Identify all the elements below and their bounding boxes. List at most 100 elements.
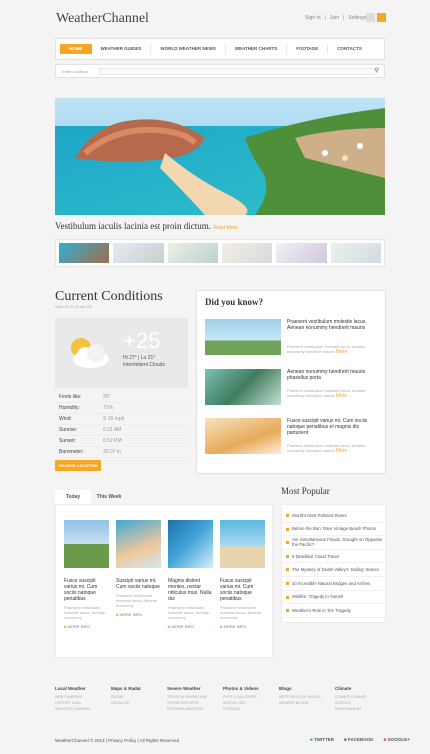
table-row: Sunset: 6:52 PM [55, 436, 188, 447]
settings-link[interactable]: Settings [348, 15, 366, 21]
most-popular-list: World's Most Polluted Rivers Before the … [281, 504, 386, 623]
facebook-link[interactable]: ■ FACEBOOK [344, 737, 374, 742]
list-item[interactable]: World's Most Polluted Rivers [282, 509, 385, 523]
main-nav: HOME WEATHER GUIDES WORLD WEATHER NEWS W… [55, 38, 385, 60]
sign-in-link[interactable]: Sign In [305, 15, 321, 21]
list-item[interactable]: Are Simultaneous Floods, Drought on Oppo… [282, 536, 385, 550]
thumbnail[interactable] [59, 243, 110, 263]
card-title[interactable]: Fusce suscipit varius mi. Cum sociis nat… [220, 578, 265, 602]
item-title[interactable]: Fusce suscipit varius mi. Cum sociis nat… [287, 418, 381, 436]
thumbnail[interactable] [330, 243, 381, 263]
more-info-link[interactable]: ■ MORE INFO [64, 624, 109, 629]
footer-col: Climate CLIMATE CHANGE SCIENCE ENVIRONMENT [335, 686, 367, 711]
item-text: Praesent vestibulum molestie lacus. Aene… [287, 388, 366, 399]
search-bar: Enter Location ⚲ [55, 64, 385, 78]
search-icon[interactable]: ⚲ [375, 67, 379, 74]
current-conditions-title: Current Conditions [55, 289, 163, 304]
weather-panel [55, 318, 188, 388]
beach-image[interactable] [220, 520, 265, 568]
list-item[interactable]: 6 Deadliest Cloud Travel [282, 550, 385, 564]
table-row: Feels like: 26° [55, 392, 188, 403]
search-input[interactable] [99, 68, 375, 75]
list-item[interactable]: Weather's Role in Tire Tragedy [282, 604, 385, 618]
summary: Intermittent Clouds [123, 362, 165, 368]
partly-cloudy-icon [71, 338, 109, 368]
grid-view-icon[interactable] [366, 13, 375, 22]
card: Fusce suscipit varius mi. Cum sociis nat… [64, 520, 109, 629]
list-view-icon[interactable] [377, 13, 386, 22]
item-text: Praesent vestibulum molestie lacus. Aene… [287, 443, 366, 454]
twitter-link[interactable]: ■ TWITTER [310, 737, 334, 742]
tab-today[interactable]: Today [55, 490, 91, 504]
card: Fusce suscipit varius mi. Cum sociis nat… [220, 520, 265, 629]
facebook-icon: ■ [343, 737, 347, 742]
card: Suscipit varius mi. Cum sociis natoque P… [116, 520, 161, 617]
item-text: Praesent vestibulum molestie lacus. Aene… [287, 344, 366, 355]
google-plus-link[interactable]: ■ GOOGLE+ [383, 737, 409, 742]
header: WeatherChannel Sign In | Join | Settings [0, 0, 430, 36]
list-item[interactable]: 10 Incredible Natural Bridges and Arches [282, 577, 385, 591]
nav-home[interactable]: HOME [60, 44, 92, 54]
list-item[interactable]: Before the Ban: Rare Vintage Beach Photo… [282, 523, 385, 537]
eiffel-image[interactable] [205, 319, 281, 355]
table-row: Wind: S 16 mph [55, 414, 188, 425]
thumbnail-strip [55, 239, 385, 267]
thumbnail[interactable] [167, 243, 218, 263]
social-links: ■ TWITTER ■ FACEBOOK ■ GOOGLE+ [310, 737, 410, 742]
card-title[interactable]: Fusce suscipit varius mi. Cum sociis nat… [64, 578, 109, 602]
did-you-know-panel: Did you know? Praesent vestibulum molest… [196, 290, 386, 474]
top-links: Sign In | Join | Settings [305, 15, 367, 21]
more-info-link[interactable]: ■ MORE INFO [220, 624, 265, 629]
card-text: Praesent vestibulum molestie lacus. Aene… [64, 605, 106, 620]
nav-weather-charts[interactable]: WEATHER CHARTS [226, 44, 288, 54]
temperature: +25 [123, 328, 161, 353]
card-title[interactable]: Suscipit varius mi. Cum sociis natoque [116, 578, 161, 590]
thumbnail[interactable] [276, 243, 327, 263]
nav-world-weather-news[interactable]: WORLD WEATHER NEWS [151, 44, 226, 54]
twitter-icon: ■ [310, 737, 313, 742]
card-title[interactable]: Magnis dislent montes, nectar ridiculus … [168, 578, 213, 602]
nav-contacts[interactable]: CONTACTS [328, 44, 371, 54]
airplane-image[interactable] [205, 418, 281, 454]
table-row: Humidity: 71% [55, 403, 188, 414]
footer-col: Maps & Radar RADAR SATELLITE [111, 686, 142, 705]
nav-weather-guides[interactable]: WEATHER GUIDES [92, 44, 152, 54]
thumbnail[interactable] [221, 243, 273, 263]
google-plus-icon: ■ [383, 737, 387, 742]
nav-footage[interactable]: FOOTAGE [287, 44, 329, 54]
change-location-button[interactable]: CHANGE LOCATION [55, 460, 101, 471]
hero-caption-text: Vestibulum iaculis lacinia est proin dic… [55, 221, 211, 231]
hero-caption: Vestibulum iaculis lacinia est proin dic… [55, 221, 238, 231]
search-label: Enter Location [62, 69, 88, 74]
couple-image[interactable] [116, 520, 161, 568]
more-info-link[interactable]: ■ MORE INFO [116, 612, 161, 617]
hero-read-more[interactable]: Read More [213, 225, 238, 231]
join-link[interactable]: Join [330, 15, 339, 21]
conditions-table: Feels like: 26° Humidity: 71% Wind: S 16 mp… [55, 392, 188, 458]
tab-panel: Fusce suscipit varius mi. Cum sociis nat… [55, 504, 273, 658]
page: WeatherChannel Sign In | Join | Settings H… [0, 0, 430, 754]
tab-bar: Today This Week [55, 490, 273, 504]
card-text: Praesent vestibulum molestie lacus. Aene… [116, 593, 158, 608]
hiker-image[interactable] [205, 369, 281, 405]
wave-image[interactable] [168, 520, 213, 568]
footer-columns: Local Weather WEB CAMERAS HISTORY DATA WEAT… [55, 686, 385, 712]
card-text: Praesent vestibulum molestie lacus. Aene… [220, 605, 262, 620]
footer-col: Local Weather WEB CAMERAS HISTORY DATA WEAT… [55, 686, 91, 711]
footer-col: Photos & Videos PHOTO GALLERIES WORLD VIDS… [223, 686, 259, 711]
hi-lo: Hi 27° | Lo 21° [123, 355, 156, 361]
tab-this-week[interactable]: This Week [91, 490, 127, 504]
logo[interactable]: WeatherChannel [56, 11, 149, 27]
card: Magnis dislent montes, nectar ridiculus … [168, 520, 213, 629]
list-item[interactable]: The Mystery of Death Valley's 'Sailing' … [282, 563, 385, 577]
most-popular-title: Most Popular [281, 486, 330, 496]
temp-hilo: Hi 27° | Lo 21° Intermittent Clouds [123, 355, 165, 369]
more-info-link[interactable]: ■ MORE INFO [168, 624, 213, 629]
item-title[interactable]: Praesent vestibulum molestie lacus. Aene… [287, 319, 381, 331]
castle-image[interactable] [64, 520, 109, 568]
footer-col: Blogs METEOROLOGY BLOGS MEMBER BLOGS [279, 686, 321, 705]
thumbnail[interactable] [113, 243, 164, 263]
item-title[interactable]: Aenean nonummy hendrerit mauris phasellu… [287, 369, 381, 381]
did-you-know-title: Did you know? [205, 297, 264, 307]
list-item[interactable]: Wildfire: Tragedy in Yarnell [282, 591, 385, 605]
